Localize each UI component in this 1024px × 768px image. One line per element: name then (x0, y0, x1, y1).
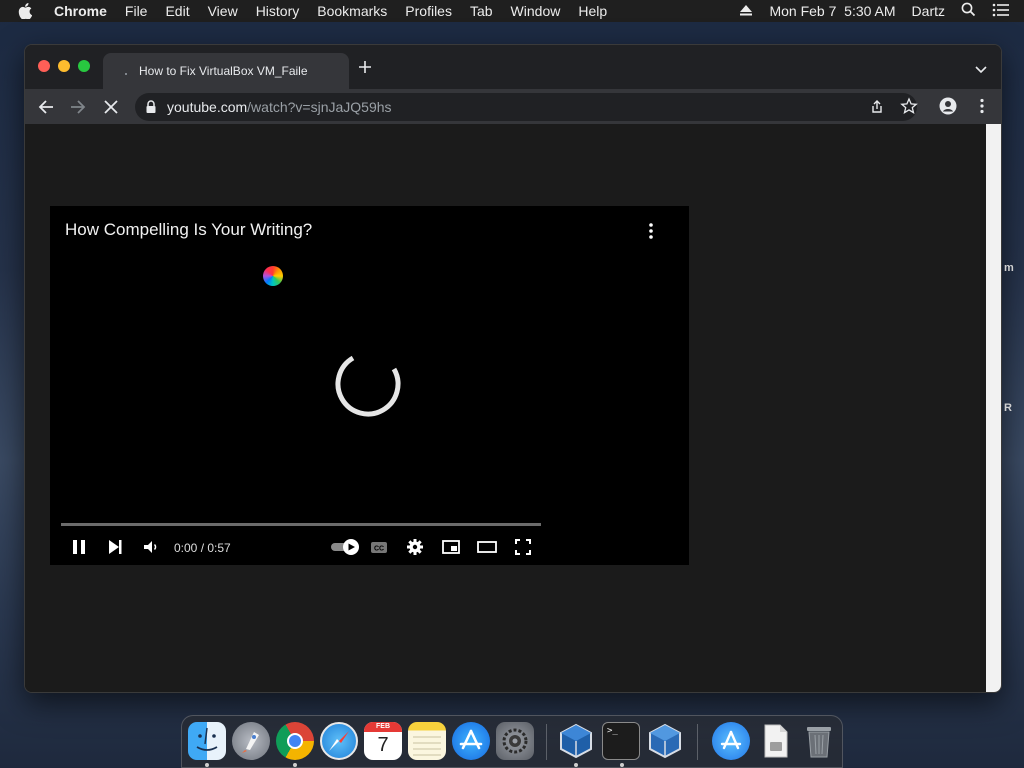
loading-spinner-icon (335, 351, 401, 417)
forward-arrow-icon[interactable] (69, 98, 87, 116)
browser-toolbar: youtube.com/watch?v=sjnJaJQ59hs (25, 89, 1001, 124)
closed-captions-icon[interactable]: CC (368, 536, 390, 558)
menu-help[interactable]: Help (578, 3, 607, 19)
menu-bookmarks[interactable]: Bookmarks (317, 3, 387, 19)
miniplayer-icon[interactable] (440, 536, 462, 558)
user-name[interactable]: Dartz (912, 3, 945, 19)
menu-tab[interactable]: Tab (470, 3, 493, 19)
terminal-icon[interactable]: >_ (602, 722, 640, 760)
clock-datetime[interactable]: Mon Feb 7 5:30 AM (769, 3, 895, 19)
chrome-icon[interactable] (276, 722, 314, 760)
back-arrow-icon[interactable] (37, 98, 55, 116)
menu-bar: Chrome File Edit View History Bookmarks … (0, 0, 1024, 22)
player-controls: 0:00 / 0:57 CC (50, 532, 689, 562)
menu-view[interactable]: View (208, 3, 238, 19)
video-player[interactable]: How Compelling Is Your Writing? 0:00 / 0… (50, 206, 689, 565)
menu-file[interactable]: File (125, 3, 148, 19)
finder-icon[interactable] (188, 722, 226, 760)
zoom-window-button[interactable] (78, 60, 90, 72)
launchpad-icon[interactable] (232, 722, 270, 760)
menu-bar-status: Mon Feb 7 5:30 AM Dartz (739, 0, 1024, 22)
tab-active[interactable]: How to Fix VirtualBox VM_Faile (103, 53, 349, 89)
pause-icon[interactable] (68, 536, 90, 558)
virtualbox-vm-icon[interactable] (646, 722, 684, 760)
tab-title: How to Fix VirtualBox VM_Faile (139, 64, 308, 78)
busy-cursor-icon (263, 266, 283, 286)
settings-gear-icon[interactable] (404, 536, 426, 558)
calendar-icon[interactable]: FEB 7 (364, 722, 402, 760)
stop-loading-x-icon[interactable] (102, 98, 120, 116)
autoplay-toggle-icon[interactable] (329, 536, 363, 558)
svg-text:CC: CC (374, 546, 384, 553)
app-store-downloads-icon[interactable] (712, 722, 750, 760)
url-path: /watch?v=sjnJaJQ59hs (247, 99, 392, 115)
next-video-icon[interactable] (104, 536, 126, 558)
chrome-running-indicator (293, 763, 297, 767)
fullscreen-icon[interactable] (512, 536, 534, 558)
tab-loading-icon (121, 66, 131, 76)
document-icon[interactable] (756, 722, 794, 760)
video-title[interactable]: How Compelling Is Your Writing? (65, 220, 312, 240)
calendar-day: 7 (377, 734, 389, 756)
virtualbox-running-indicator (574, 763, 578, 767)
safari-icon[interactable] (320, 722, 358, 760)
tab-search-chevron-down-icon[interactable] (975, 62, 987, 74)
finder-running-indicator (205, 763, 209, 767)
profile-avatar-icon[interactable] (939, 97, 957, 115)
player-more-options-icon[interactable] (643, 222, 659, 240)
notes-icon[interactable] (408, 722, 446, 760)
trash-icon[interactable] (800, 722, 838, 760)
menu-edit[interactable]: Edit (165, 3, 189, 19)
video-time-display: 0:00 / 0:57 (174, 541, 231, 555)
eject-icon[interactable] (739, 3, 753, 19)
control-center-icon[interactable] (992, 3, 1010, 20)
bookmark-star-icon[interactable] (900, 97, 918, 115)
minimize-window-button[interactable] (58, 60, 70, 72)
url-host: youtube.com (167, 99, 248, 115)
address-bar[interactable]: youtube.com/watch?v=sjnJaJQ59hs (135, 93, 917, 121)
chrome-window: How to Fix VirtualBox VM_Faile youtube.c… (24, 44, 1002, 693)
dock-separator-2 (697, 724, 698, 760)
chrome-menu-kebab-icon[interactable] (973, 97, 991, 115)
dock: FEB 7 >_ (181, 715, 843, 768)
tab-strip: How to Fix VirtualBox VM_Faile (25, 45, 1001, 89)
menu-app-name[interactable]: Chrome (54, 3, 107, 19)
terminal-prompt: >_ (607, 726, 618, 736)
page-scrollbar[interactable] (986, 124, 1001, 692)
virtualbox-icon[interactable] (557, 722, 595, 760)
apple-menu-icon[interactable] (18, 3, 40, 19)
video-progress-bar[interactable] (61, 523, 541, 526)
menu-history[interactable]: History (256, 3, 300, 19)
share-icon[interactable] (868, 97, 886, 115)
app-store-icon[interactable] (452, 722, 490, 760)
page-content: How Compelling Is Your Writing? 0:00 / 0… (25, 124, 988, 692)
system-preferences-icon[interactable] (496, 722, 534, 760)
terminal-running-indicator (620, 763, 624, 767)
dock-separator (546, 724, 547, 760)
menu-window[interactable]: Window (511, 3, 561, 19)
menu-profiles[interactable]: Profiles (405, 3, 452, 19)
theater-mode-icon[interactable] (476, 536, 498, 558)
close-window-button[interactable] (38, 60, 50, 72)
desktop-edge-text-1: m (1004, 262, 1014, 274)
spotlight-search-icon[interactable] (961, 2, 976, 20)
calendar-month: FEB (364, 722, 402, 732)
new-tab-plus-icon[interactable] (357, 59, 373, 75)
lock-icon[interactable] (145, 100, 157, 114)
volume-icon[interactable] (140, 536, 162, 558)
desktop-edge-text-2: R (1004, 402, 1012, 414)
